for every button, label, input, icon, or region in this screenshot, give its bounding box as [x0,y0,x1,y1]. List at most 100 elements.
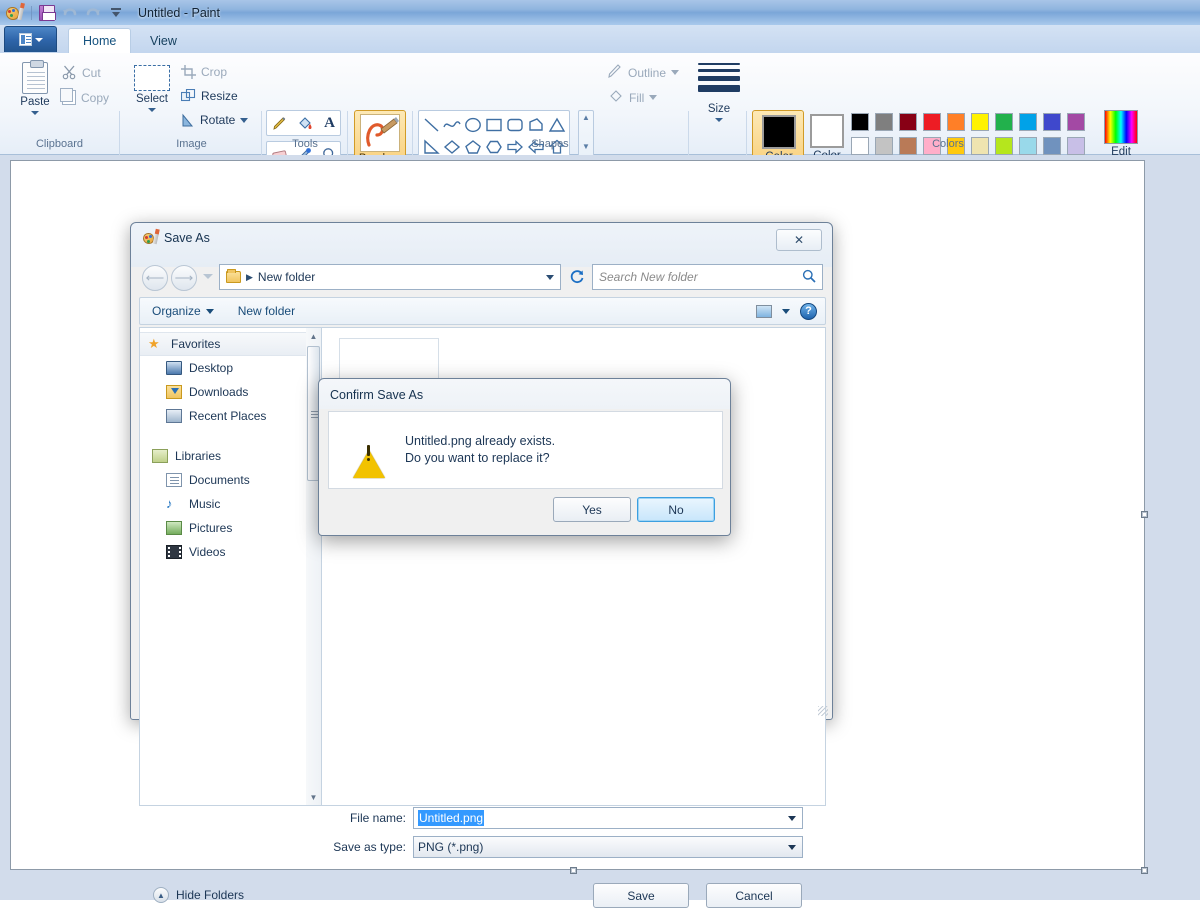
save-as-type-value: PNG (*.png) [418,840,483,854]
new-folder-label: New folder [238,304,295,318]
sidebar-item-favorites[interactable]: ★ Favorites [140,332,306,356]
redo-icon[interactable] [82,2,103,23]
shape-rectangle[interactable] [484,114,505,136]
shapes-row-1 [421,114,567,136]
shape-curve[interactable] [442,114,463,136]
chevron-down-icon [31,111,39,115]
chevron-down-icon[interactable] [546,275,554,280]
organize-button[interactable]: Organize [140,304,226,318]
select-button[interactable]: Select [128,61,176,112]
navigation-pane: ★ Favorites Desktop Downloads Recent Pla… [139,327,306,806]
sidebar-item-music[interactable]: ♪ Music [140,492,306,516]
save-as-type-label: Save as type: [296,840,406,854]
change-view-icon[interactable] [756,305,772,318]
cut-button[interactable]: Cut [62,65,101,80]
sidebar-item-libraries[interactable]: Libraries [140,444,306,468]
qat-divider [31,6,32,20]
save-as-command-bar: Organize New folder ? [139,297,826,325]
outline-button[interactable]: Outline [608,64,679,81]
tab-home[interactable]: Home [68,28,131,53]
chevron-down-icon[interactable] [788,816,796,821]
forward-button[interactable]: ⟶ [171,265,197,291]
refresh-icon[interactable] [565,264,589,290]
crop-button[interactable]: Crop [181,65,227,79]
chevron-down-icon[interactable] [782,309,790,314]
canvas-resize-handle-corner[interactable] [1141,867,1148,874]
sidebar-item-recent-places[interactable]: Recent Places [140,404,306,428]
cancel-button[interactable]: Cancel [706,883,802,908]
paint-icon[interactable] [4,2,25,23]
fill-button[interactable]: Fill [608,89,657,106]
text-icon[interactable]: A [318,112,341,135]
sidebar-item-pictures[interactable]: Pictures [140,516,306,540]
confirm-dialog-message: Untitled.png already exists. Do you want… [405,433,555,467]
paste-button[interactable]: Paste [8,58,62,115]
selection-icon [134,65,170,91]
size-label: Size [708,103,730,115]
search-box[interactable]: Search New folder [592,264,823,290]
save-as-type-select[interactable]: PNG (*.png) [413,836,803,858]
size-button[interactable]: Size [694,59,744,122]
undo-icon[interactable] [59,2,80,23]
sidebar-item-downloads[interactable]: Downloads [140,380,306,404]
confirm-dialog-body: Untitled.png already exists. Do you want… [328,411,723,489]
shape-rounded-rectangle[interactable] [504,114,525,136]
shape-line[interactable] [421,114,442,136]
resize-grip[interactable] [818,706,828,716]
shapes-scroll-up-icon[interactable]: ▲ [582,113,590,122]
chevron-down-icon [206,309,214,314]
customize-qat-icon[interactable] [105,2,126,23]
shape-oval[interactable] [463,114,484,136]
palette-swatch-1-6[interactable] [968,110,992,134]
ribbon-group-labels: Clipboard Image Tools Shapes Colors [0,138,1200,155]
hide-folders-button[interactable]: ▲ Hide Folders [153,887,244,903]
scroll-up-icon[interactable]: ▲ [306,328,321,344]
file-name-input[interactable]: Untitled.png [413,807,803,829]
tab-view[interactable]: View [136,28,191,53]
shape-triangle[interactable] [546,114,567,136]
palette-swatch-1-8[interactable] [1016,110,1040,134]
help-icon[interactable]: ? [800,303,817,320]
recent-locations-chevron-icon[interactable] [203,274,213,279]
resize-button[interactable]: Resize [181,89,238,103]
no-button[interactable]: No [637,497,715,522]
palette-swatch-1-2[interactable] [872,110,896,134]
palette-swatch-1-3[interactable] [896,110,920,134]
rotate-label: Rotate [200,113,235,127]
save-as-navigation-bar: ⟵ ⟶ ▶ New folder Search New folder [131,261,834,295]
file-menu-icon [19,33,32,46]
palette-swatch-1-9[interactable] [1040,110,1064,134]
sidebar-item-documents[interactable]: Documents [140,468,306,492]
palette-swatch-1-7[interactable] [992,110,1016,134]
palette-swatch-1-10[interactable] [1064,110,1088,134]
new-folder-button[interactable]: New folder [226,304,307,318]
breadcrumb-current-folder[interactable]: New folder [258,270,541,284]
fill-icon[interactable] [293,112,316,135]
address-bar[interactable]: ▶ New folder [219,264,561,290]
save-icon[interactable] [36,2,57,23]
file-menu-button[interactable] [4,26,57,52]
yes-button[interactable]: Yes [553,497,631,522]
scroll-down-icon[interactable]: ▼ [306,789,321,805]
sidebar-item-videos[interactable]: Videos [140,540,306,564]
window-title: Untitled - Paint [138,6,220,20]
close-icon[interactable]: ✕ [776,229,822,251]
copy-button[interactable]: Copy [62,90,109,105]
paste-label: Paste [20,96,49,108]
warning-icon [353,436,385,465]
palette-swatch-1-1[interactable] [848,110,872,134]
breadcrumb-separator-icon: ▶ [246,272,253,283]
palette-swatch-1-4[interactable] [920,110,944,134]
sidebar-item-desktop[interactable]: Desktop [140,356,306,380]
save-button[interactable]: Save [593,883,689,908]
chevron-down-icon [240,118,248,123]
search-input[interactable]: Search New folder [599,270,802,284]
scissors-icon [62,65,77,80]
back-button[interactable]: ⟵ [142,265,168,291]
chevron-down-icon[interactable] [788,845,796,850]
rotate-button[interactable]: Rotate [181,113,248,127]
pencil-icon[interactable] [268,112,291,135]
palette-swatch-1-5[interactable] [944,110,968,134]
canvas-resize-handle-right[interactable] [1141,511,1148,518]
shape-polygon[interactable] [525,114,546,136]
